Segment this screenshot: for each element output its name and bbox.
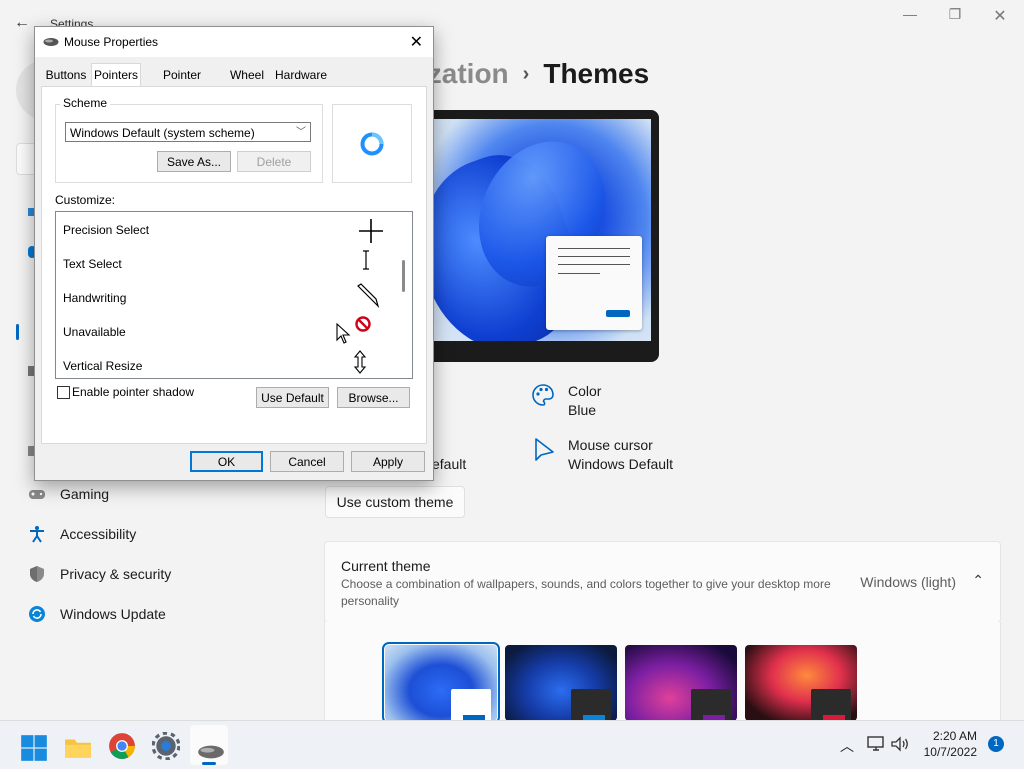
palette-icon — [532, 384, 554, 406]
nav-label: Windows Update — [60, 606, 166, 622]
crosshair-icon — [359, 219, 383, 243]
mouse-cursor-value: Windows Default — [568, 456, 674, 472]
chrome-icon[interactable] — [108, 732, 136, 760]
current-theme-description: Choose a combination of wallpapers, soun… — [341, 577, 831, 608]
list-item[interactable]: Vertical Resize — [63, 359, 142, 373]
tab-buttons[interactable]: Buttons — [43, 65, 89, 85]
preview-window-icon — [546, 236, 642, 330]
nav-item-windows-update[interactable]: Windows Update — [28, 602, 166, 626]
cursor-icon — [535, 438, 554, 461]
settings-gear-icon[interactable] — [152, 732, 180, 760]
delete-button[interactable]: Delete — [237, 151, 311, 172]
scheme-dropdown[interactable]: Windows Default (system scheme) ﹀ — [65, 122, 311, 142]
close-icon[interactable]: ✕ — [410, 32, 423, 52]
chevron-up-icon[interactable]: ⌃ — [972, 572, 984, 589]
partial-default-text: efault — [432, 456, 467, 472]
theme-thumbnail[interactable] — [745, 645, 857, 721]
nav-label: Gaming — [60, 486, 110, 502]
current-theme-title: Current theme — [341, 558, 431, 574]
nav-label: Accessibility — [60, 526, 137, 542]
ok-button[interactable]: OK — [190, 451, 263, 472]
unavailable-icon — [355, 316, 371, 332]
color-label: Color — [568, 383, 602, 399]
network-icon[interactable] — [866, 735, 886, 753]
scrollbar[interactable] — [395, 212, 412, 376]
theme-thumbnail[interactable] — [382, 642, 500, 724]
current-theme-value: Windows (light) — [860, 574, 956, 590]
cursor-list[interactable]: Precision Select Text Select Handwriting… — [55, 211, 413, 379]
chevron-right-icon: › — [522, 63, 530, 85]
mouse-cursor-setting[interactable]: Mouse cursor Windows Default — [568, 436, 673, 474]
pointer-shadow-checkbox[interactable] — [57, 386, 70, 399]
chevron-down-icon: ﹀ — [296, 127, 306, 138]
cancel-button[interactable]: Cancel — [270, 451, 344, 472]
clock[interactable]: 2:20 AM 10/7/2022 — [924, 728, 977, 760]
vertical-resize-icon — [353, 350, 367, 374]
scheme-label: Scheme — [60, 96, 111, 110]
ibeam-icon — [363, 250, 369, 270]
accessibility-icon — [30, 526, 44, 543]
clock-date: 10/7/2022 — [923, 745, 977, 759]
busy-spinner-icon — [360, 132, 384, 156]
color-value: Blue — [568, 402, 597, 418]
list-item[interactable]: Handwriting — [63, 291, 126, 305]
color-setting[interactable]: Color Blue — [568, 382, 601, 420]
breadcrumb: ization › Themes — [420, 58, 649, 90]
mouse-cursor-label: Mouse cursor — [568, 437, 653, 453]
nav-item-privacy[interactable]: Privacy & security — [28, 562, 171, 586]
browse-button[interactable]: Browse... — [337, 387, 410, 408]
list-item[interactable]: Text Select — [63, 257, 122, 271]
chevron-up-icon[interactable]: ︿ — [840, 736, 854, 756]
taskbar: ︿ 2:20 AM 10/7/2022 1 — [0, 720, 1024, 769]
nav-item-accessibility[interactable]: Accessibility — [28, 522, 136, 546]
volume-icon[interactable] — [890, 735, 910, 753]
start-icon[interactable] — [20, 734, 48, 762]
mouse-properties-dialog: Mouse Properties ✕ Buttons Pointers Poin… — [34, 26, 434, 481]
tab-pointer-options[interactable]: Pointer Options — [141, 65, 223, 102]
clock-time: 2:20 AM — [932, 729, 977, 743]
pen-icon — [357, 283, 380, 308]
tab-wheel[interactable]: Wheel — [225, 65, 269, 85]
tab-pointers[interactable]: Pointers — [91, 63, 141, 88]
tab-hardware[interactable]: Hardware — [271, 65, 331, 85]
scrollbar-thumb[interactable] — [402, 260, 405, 292]
list-item[interactable]: Unavailable — [63, 325, 126, 339]
nav-selection-indicator — [16, 324, 19, 340]
pointer-shadow-label: Enable pointer shadow — [72, 385, 195, 399]
dialog-titlebar[interactable]: Mouse Properties ✕ — [35, 27, 433, 57]
page-title: Themes — [543, 58, 650, 89]
active-app-indicator — [202, 762, 216, 765]
nav-label: Privacy & security — [60, 566, 172, 582]
restore-icon[interactable]: ❐ — [935, 6, 975, 26]
theme-thumbnail[interactable] — [625, 645, 737, 721]
nav-item-gaming[interactable]: Gaming — [28, 482, 109, 506]
save-as-button[interactable]: Save As... — [157, 151, 231, 172]
use-custom-theme-button[interactable]: Use custom theme — [325, 486, 465, 518]
shield-icon — [30, 566, 44, 582]
notification-badge[interactable]: 1 — [988, 736, 1004, 752]
close-icon[interactable]: ✕ — [980, 6, 1020, 26]
current-theme-card[interactable]: Current theme Choose a combination of wa… — [324, 541, 1001, 623]
dialog-title: Mouse Properties — [64, 35, 159, 49]
customize-label: Customize: — [55, 193, 116, 207]
gamepad-icon — [29, 490, 45, 499]
file-explorer-icon[interactable] — [64, 733, 92, 761]
theme-thumbnail[interactable] — [505, 645, 617, 721]
apply-button[interactable]: Apply — [351, 451, 425, 472]
list-item[interactable]: Precision Select — [63, 223, 149, 237]
cursor-preview — [332, 104, 412, 183]
arrow-cursor-icon — [336, 323, 351, 344]
back-arrow-icon[interactable]: ← — [14, 14, 30, 32]
scheme-value: Windows Default (system scheme) — [70, 126, 255, 140]
minimize-icon[interactable]: — — [890, 6, 930, 26]
mouse-icon — [43, 38, 59, 46]
update-icon — [29, 606, 45, 622]
pointers-tab-page: Scheme Windows Default (system scheme) ﹀… — [41, 86, 427, 444]
use-default-button[interactable]: Use Default — [256, 387, 329, 408]
